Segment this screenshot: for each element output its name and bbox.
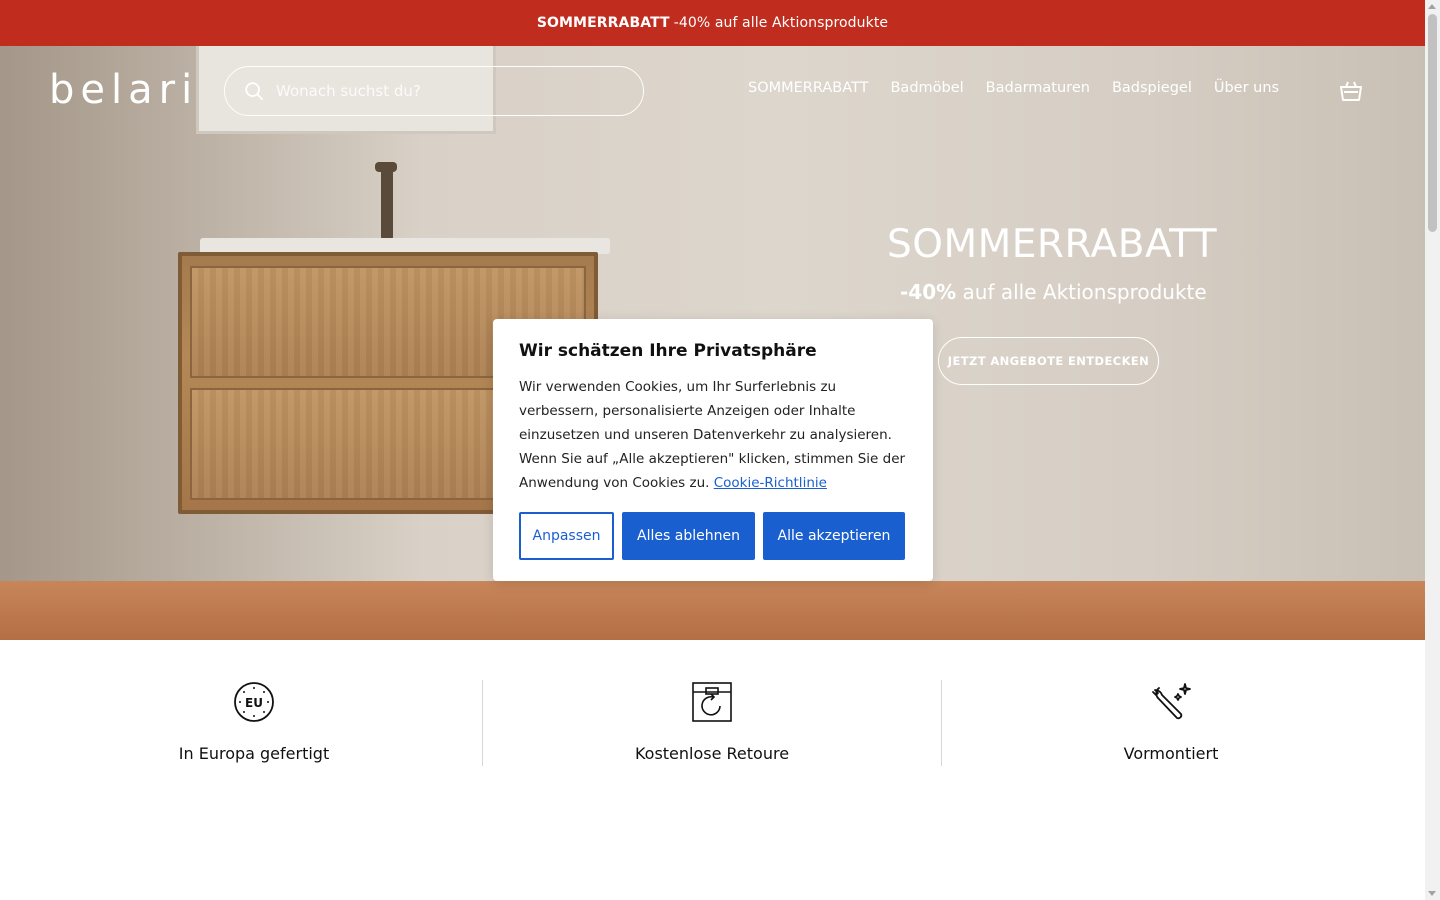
- cookie-dialog-body: Wir verwenden Cookies, um Ihr Surferlebn…: [519, 375, 907, 495]
- feature-label: Kostenlose Retoure: [634, 744, 790, 763]
- cookie-consent-dialog: Wir schätzen Ihre Privatsphäre Wir verwe…: [493, 319, 933, 581]
- nav-link-badspiegel[interactable]: Badspiegel: [1112, 80, 1192, 102]
- logo[interactable]: belari: [49, 66, 209, 114]
- cookie-dialog-text: Wir verwenden Cookies, um Ihr Surferlebn…: [519, 379, 906, 491]
- nav-link-ueber-uns[interactable]: Über uns: [1214, 80, 1279, 102]
- shopping-bag-icon[interactable]: [1338, 78, 1364, 104]
- hero-faucet-image: [381, 162, 393, 240]
- hero-subtitle: -40% auf alle Aktionsprodukte: [900, 280, 1207, 304]
- feature-item: Kostenlose Retoure: [562, 680, 862, 763]
- feature-label: In Europa gefertigt: [178, 744, 330, 763]
- nav-link-sommerrabatt[interactable]: SOMMERRABATT: [748, 80, 868, 102]
- scrollbar-thumb[interactable]: [1428, 14, 1437, 232]
- scrollbar[interactable]: [1425, 0, 1440, 900]
- cookie-dialog-title: Wir schätzen Ihre Privatsphäre: [519, 341, 817, 361]
- cookie-policy-link[interactable]: Cookie-Richtlinie: [714, 475, 827, 491]
- nav-link-badarmaturen[interactable]: Badarmaturen: [986, 80, 1090, 102]
- scroll-down-arrow-icon[interactable]: [1428, 891, 1436, 896]
- feature-divider: [941, 680, 942, 766]
- search-icon: [245, 82, 264, 101]
- feature-item: Vormontiert: [1021, 680, 1321, 763]
- feature-item: EU In Europa gefertigt: [104, 680, 404, 763]
- reject-all-button[interactable]: Alles ablehnen: [622, 512, 755, 560]
- wrench-sparkle-icon: [1152, 683, 1191, 720]
- hero-subtitle-discount: -40%: [900, 280, 957, 304]
- hero-title: SOMMERRABATT: [887, 222, 1218, 267]
- search-input[interactable]: [276, 82, 616, 100]
- return-box-icon: [692, 682, 732, 722]
- announcement-bold: SOMMERRABATT: [536, 15, 670, 31]
- cookie-dialog-buttons: Anpassen Alles ablehnen Alle akzeptieren: [519, 512, 905, 560]
- accept-all-button[interactable]: Alle akzeptieren: [763, 512, 905, 560]
- announcement-text: -40% auf alle Aktionsprodukte: [673, 15, 889, 31]
- main-nav: SOMMERRABATT Badmöbel Badarmaturen Badsp…: [748, 80, 1279, 102]
- scroll-up-arrow-icon[interactable]: [1428, 4, 1436, 9]
- features-strip: EU In Europa gefertigt Kostenlose Retour…: [0, 640, 1425, 780]
- hero-subtitle-text: auf alle Aktionsprodukte: [962, 280, 1207, 304]
- feature-divider: [482, 680, 483, 766]
- feature-label: Vormontiert: [1123, 744, 1219, 763]
- customize-button[interactable]: Anpassen: [519, 512, 614, 560]
- hero-floor-image: [0, 581, 1425, 640]
- hero-cta-button[interactable]: JETZT ANGEBOTE ENTDECKEN: [938, 337, 1159, 385]
- svg-text:EU: EU: [245, 696, 263, 710]
- announcement-bar: SOMMERRABATT -40% auf alle Aktionsproduk…: [0, 0, 1425, 46]
- search-bar[interactable]: [224, 66, 644, 116]
- eu-badge-icon: EU: [234, 682, 274, 722]
- nav-link-badmoebel[interactable]: Badmöbel: [890, 80, 963, 102]
- page: SOMMERRABATT -40% auf alle Aktionsproduk…: [0, 0, 1425, 900]
